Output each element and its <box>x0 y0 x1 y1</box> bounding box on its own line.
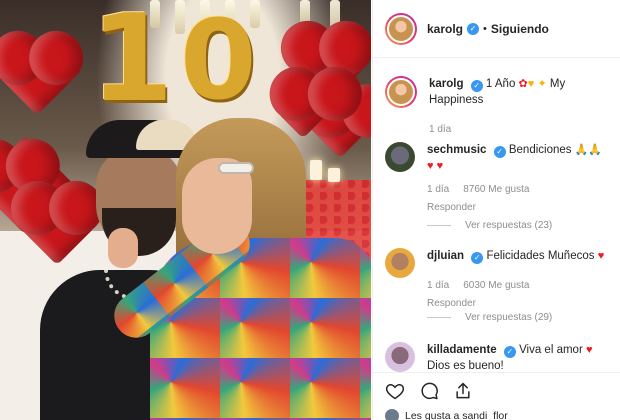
woman-figure <box>105 118 371 420</box>
comment-timestamp[interactable]: 1 día <box>427 278 449 294</box>
post-header: karolg ✓ • Siguiendo <box>373 0 620 58</box>
comment-text: Viva el amor <box>519 344 583 356</box>
verified-badge-icon: ✓ <box>467 22 480 35</box>
commenter-avatar[interactable] <box>385 342 415 372</box>
heart-emoji-icon: ♥ <box>586 344 593 356</box>
verified-badge-icon: ✓ <box>493 146 506 158</box>
hair-clip <box>218 162 254 174</box>
avatar[interactable] <box>385 12 417 45</box>
verified-badge-icon: ✓ <box>470 80 483 92</box>
comment-username[interactable]: djluian <box>427 250 464 262</box>
view-replies-button[interactable]: Ver respuestas (23) <box>427 220 552 231</box>
post-photo[interactable]: 1 0 <box>0 0 371 420</box>
caption: karolg ✓ 1 Año ✿♥ ✦ My Happiness 1 día <box>385 76 617 138</box>
avatar[interactable] <box>385 76 417 108</box>
likes-text: Les gusta a sandi_flor_ <box>405 410 514 420</box>
comment-username[interactable]: killadamente <box>427 344 497 356</box>
share-icon[interactable] <box>453 381 473 404</box>
yellow-heart-emoji-icon: ♥ <box>527 78 535 90</box>
view-replies-button[interactable]: Ver respuestas (29) <box>427 312 552 323</box>
post-sidebar: karolg ✓ • Siguiendo karolg ✓ 1 Año ✿♥ ✦… <box>372 0 620 420</box>
comment-icon[interactable] <box>419 381 439 404</box>
likes-summary[interactable]: Les gusta a sandi_flor_ <box>385 409 609 420</box>
heart-outline-icon[interactable] <box>385 381 405 404</box>
caption-username[interactable]: karolg <box>429 78 464 90</box>
comment-username[interactable]: sechmusic <box>427 144 486 156</box>
comment-text: Felicidades Muñecos <box>486 250 595 262</box>
following-button[interactable]: Siguiendo <box>491 22 549 36</box>
comment: djluian ✓ Felicidades Muñecos ♥ 1 día 60… <box>385 248 617 312</box>
divider <box>427 317 451 318</box>
liker-avatar <box>385 409 399 420</box>
rose-emoji-icon: ✿ <box>518 78 528 90</box>
praying-hands-emoji-icon: 🙏🙏 <box>574 144 603 156</box>
verified-badge-icon: ✓ <box>471 252 484 264</box>
caption-timestamp[interactable]: 1 día <box>429 122 451 138</box>
view-replies-label: Ver respuestas (23) <box>465 220 553 231</box>
reply-button[interactable]: Responder <box>427 296 476 312</box>
comment: sechmusic ✓ Bendiciones 🙏🙏 ♥ ♥ 1 día 876… <box>385 142 617 216</box>
comment-like-count[interactable]: 8760 Me gusta <box>463 182 529 198</box>
commenter-avatar[interactable] <box>385 142 415 172</box>
header-username[interactable]: karolg <box>427 22 463 36</box>
verified-badge-icon: ✓ <box>503 346 516 358</box>
red-heart-emoji-icon: ♥ <box>597 250 605 262</box>
view-replies-label: Ver respuestas (29) <box>465 312 553 323</box>
hand <box>108 228 138 268</box>
commenter-avatar[interactable] <box>385 248 415 278</box>
divider <box>427 225 451 226</box>
gold-number-balloon: 1 <box>90 0 174 129</box>
comment: killadamente ✓ Viva el amor ♥ Dios es bu… <box>385 342 617 374</box>
gold-number-balloon: 0 <box>180 0 257 124</box>
instagram-post: 1 0 karolg ✓ • Siguiendo karolg ✓ 1 Año … <box>0 0 620 420</box>
action-bar: Les gusta a sandi_flor_ <box>373 372 620 420</box>
red-heart-emoji-icon: ♥ ♥ <box>427 160 444 172</box>
comment-like-count[interactable]: 6030 Me gusta <box>463 278 529 294</box>
comment-text: Bendiciones <box>508 144 572 156</box>
caption-text: 1 Año <box>485 78 516 90</box>
reply-button[interactable]: Responder <box>427 200 476 216</box>
comment-text-line2: Dios es bueno! <box>427 360 504 372</box>
separator-dot: • <box>483 22 487 35</box>
comment-timestamp[interactable]: 1 día <box>427 182 449 198</box>
sparkles-emoji-icon: ✦ <box>537 78 547 90</box>
